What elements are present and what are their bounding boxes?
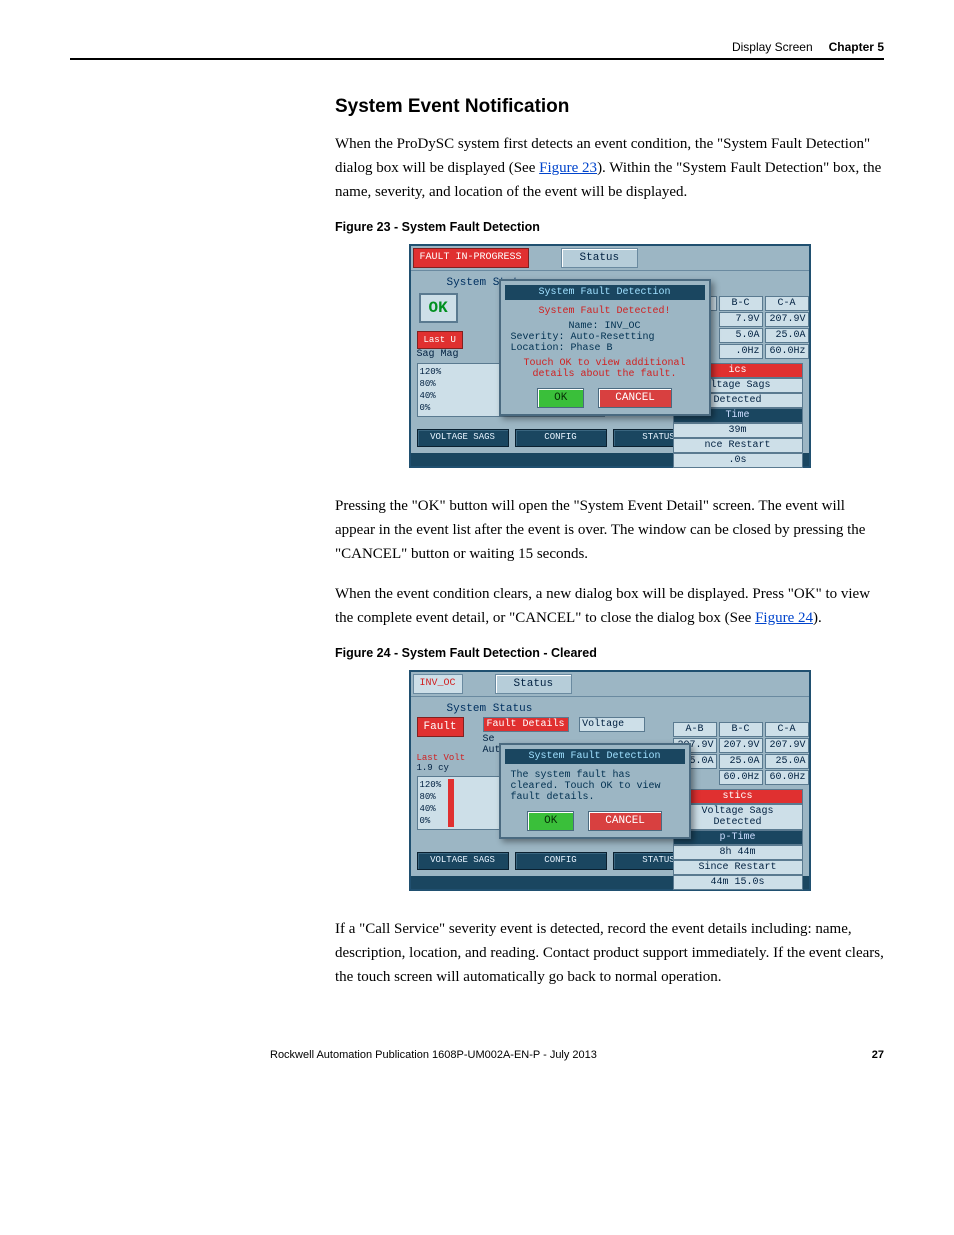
hmi-screenshot-fig24: INV_OC Status System Status A-BB-CC-A 20… xyxy=(409,670,811,891)
hmi-screenshot-fig23: FAULT IN-PROGRESS Status System Status A… xyxy=(409,244,811,468)
paragraph-4: If a "Call Service" severity event is de… xyxy=(335,917,884,989)
figure-23-caption: Figure 23 - System Fault Detection xyxy=(335,220,884,234)
publication-id: Rockwell Automation Publication 1608P-UM… xyxy=(270,1049,597,1061)
status-ok-box: OK xyxy=(419,293,458,323)
figure-24-caption: Figure 24 - System Fault Detection - Cle… xyxy=(335,646,884,660)
paragraph-3: When the event condition clears, a new d… xyxy=(335,582,884,630)
paragraph-1: When the ProDySC system first detects an… xyxy=(335,132,884,204)
page-number: 27 xyxy=(872,1049,884,1061)
tab-status[interactable]: Status xyxy=(495,674,573,694)
sag-mag-label: Sag Mag xyxy=(417,349,477,360)
section-heading: System Event Notification xyxy=(335,96,884,118)
tab-status[interactable]: Status xyxy=(561,248,639,268)
figure-24-link[interactable]: Figure 24 xyxy=(755,610,813,626)
section-label: Display Screen xyxy=(732,40,813,54)
status-fault-box: Fault xyxy=(417,717,464,737)
nav-voltage-sags[interactable]: VOLTAGE SAGS xyxy=(417,429,509,447)
cancel-button[interactable]: CANCEL xyxy=(598,388,672,408)
last-u-label: Last U xyxy=(417,331,463,349)
page-footer: Rockwell Automation Publication 1608P-UM… xyxy=(70,1049,884,1061)
dialog-title: System Fault Detection xyxy=(505,749,685,764)
fault-banner: FAULT IN-PROGRESS xyxy=(413,248,529,268)
right-data-column: A-BB-CC-A 207.9V207.9V207.9V 25.0A25.0A2… xyxy=(673,721,803,890)
nav-voltage-sags[interactable]: VOLTAGE SAGS xyxy=(417,852,509,870)
paragraph-2: Pressing the "OK" button will open the "… xyxy=(335,494,884,566)
system-fault-dialog: System Fault Detection System Fault Dete… xyxy=(499,279,711,416)
ok-button[interactable]: OK xyxy=(537,388,584,408)
dialog-alert: System Fault Detected! xyxy=(511,306,699,317)
dialog-hint: Touch OK to view additional details abou… xyxy=(511,358,699,380)
system-status-label: System Status xyxy=(447,703,803,715)
nav-config[interactable]: CONFIG xyxy=(515,429,607,447)
dialog-title: System Fault Detection xyxy=(505,285,705,300)
chapter-label: Chapter 5 xyxy=(829,40,884,54)
cancel-button[interactable]: CANCEL xyxy=(588,811,662,831)
fault-details-label: Fault Details xyxy=(483,717,569,732)
fault-banner: INV_OC xyxy=(413,674,463,694)
ok-button[interactable]: OK xyxy=(527,811,574,831)
system-fault-dialog-cleared: System Fault Detection The system fault … xyxy=(499,743,691,839)
figure-23-link[interactable]: Figure 23 xyxy=(539,160,597,176)
dialog-message: The system fault has cleared. Touch OK t… xyxy=(505,768,685,805)
page-header: Display Screen Chapter 5 xyxy=(70,40,884,60)
nav-config[interactable]: CONFIG xyxy=(515,852,607,870)
